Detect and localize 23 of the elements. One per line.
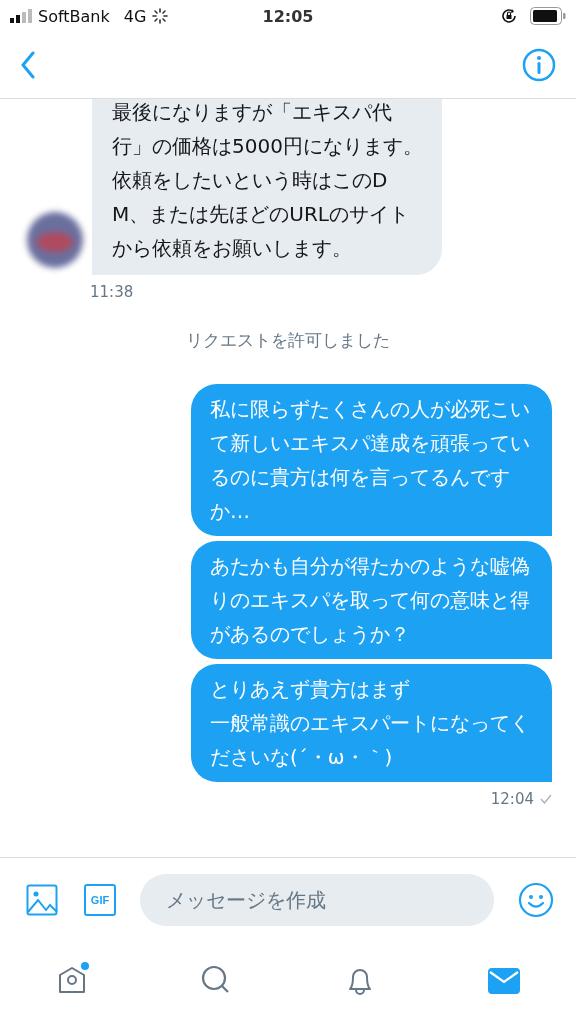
- info-button[interactable]: [522, 48, 556, 82]
- rotation-lock-icon: [500, 7, 518, 25]
- loading-spinner-icon: [152, 8, 169, 24]
- message-input[interactable]: メッセージを作成: [140, 874, 494, 926]
- gif-button[interactable]: GIF: [84, 884, 116, 916]
- clock-time: 12:05: [262, 6, 314, 26]
- message-text: 一般常識のエキスパートになってくださいな(´・ω・｀): [210, 710, 531, 771]
- message-text: 私に限らずたくさんの人が必死こいて新しいエキスパ達成を頑張っているのに貴方は何を言ってるんですか…: [210, 396, 531, 525]
- message-text: とりあえず貴方はまず: [210, 676, 411, 703]
- network-type: 4G: [123, 6, 147, 26]
- emoji-button[interactable]: [518, 882, 554, 918]
- image-button[interactable]: [26, 884, 58, 916]
- message-text: 最後になりますが「エキスパ代行」の価格は5000円になります。: [112, 99, 424, 160]
- message-text: 依頼をしたいという時はこのDM、または先ほどのURLのサイトから依頼をお願いします。: [112, 167, 410, 262]
- signal-icon: [10, 9, 32, 23]
- message-time: 11:38: [90, 283, 135, 301]
- carrier-name: SoftBank: [38, 6, 110, 26]
- battery-icon: [530, 7, 566, 25]
- system-notice: リクエストを許可しました: [186, 329, 390, 352]
- message-text: あたかも自分が得たかのような嘘偽りのエキスパを取って何の意味と得があるのでしょうか？: [210, 553, 531, 648]
- back-button[interactable]: [20, 51, 36, 79]
- avatar-icon: [26, 211, 84, 269]
- message-time: 12:04: [490, 790, 534, 808]
